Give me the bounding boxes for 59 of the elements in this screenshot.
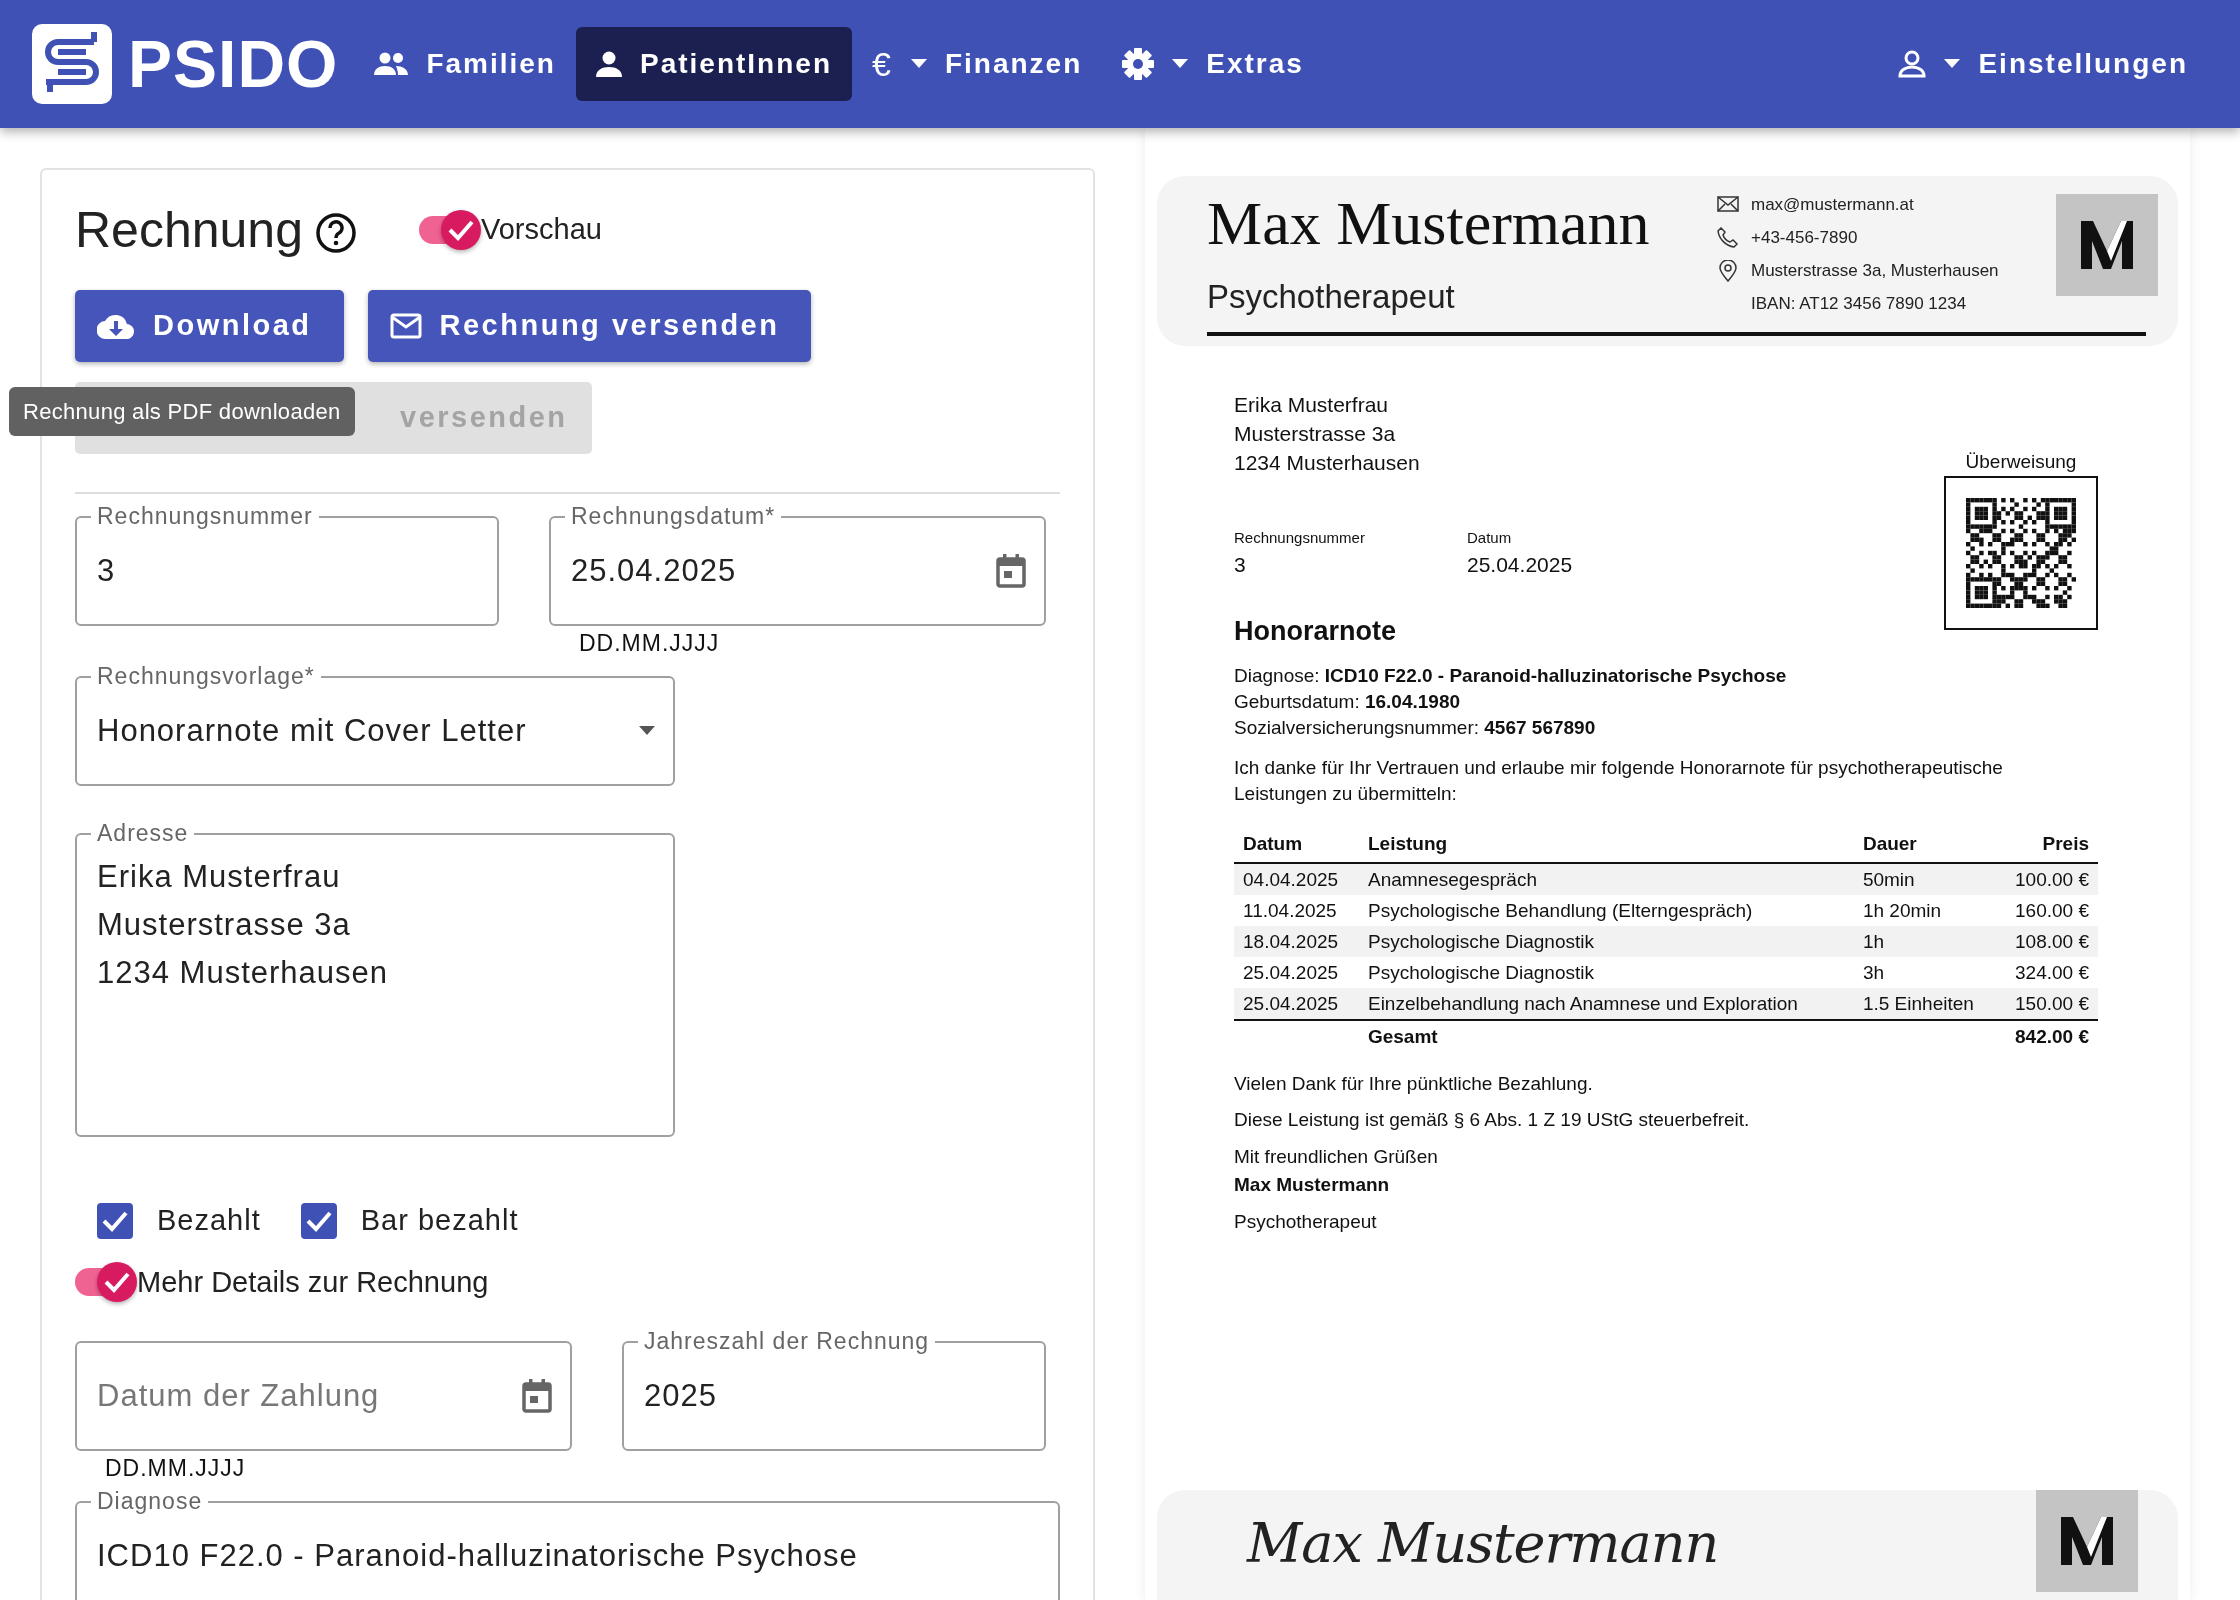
address-line: Musterstrasse 3a — [1234, 420, 1397, 447]
table-cell: 04.04.2025 — [1234, 862, 1359, 895]
sender-title: Psychotherapeut — [1207, 277, 1456, 317]
table-cell: 1h — [1853, 925, 1997, 957]
column-header: Dauer — [1853, 827, 1997, 863]
table-cell: 25.04.2025 — [1234, 956, 1359, 988]
column-header: Preis — [1996, 827, 2098, 863]
total-value: 842.00 € — [1996, 1019, 2098, 1052]
checkbox-label: Bar bezahlt — [360, 1203, 519, 1238]
table-cell: Psychologische Behandlung (Elterngespräch) — [1358, 894, 1854, 926]
table-cell: 1.5 Einheiten — [1853, 987, 1997, 1020]
greeting-text: Mit freundlichen Grüßen — [1234, 1144, 1439, 1169]
address-line: Erika Musterfrau — [1234, 391, 1390, 418]
signature: Max Mustermann — [1247, 1512, 1719, 1576]
table-cell: 108.00 € — [1996, 925, 2098, 957]
column-header: Leistung — [1358, 827, 1854, 863]
table-cell: Einzelbehandlung nach Anamnese und Exploration — [1358, 987, 1854, 1020]
helper-text: DD.MM.JJJJ — [105, 1455, 247, 1481]
euro-icon: € — [872, 38, 893, 90]
contact-text: +43-456-7890 — [1751, 227, 1858, 249]
table-cell: 3h — [1853, 956, 1997, 988]
table-cell: 11.04.2025 — [1234, 894, 1359, 926]
table-cell: 1h 20min — [1853, 894, 1997, 926]
signer-title: Psychotherapeut — [1234, 1209, 1378, 1234]
tooltip: Rechnung als PDF downloaden — [9, 387, 355, 436]
closing-text: Vielen Dank für Ihre pünktliche Bezahlung. — [1234, 1071, 1594, 1096]
contact-text: IBAN: AT12 3456 7890 1234 — [1751, 293, 1967, 315]
table-cell: 324.00 € — [1996, 956, 2098, 988]
meta-label: Datum — [1467, 527, 1513, 548]
helper-text: DD.MM.JJJJ — [579, 630, 721, 656]
total-label: Gesamt — [1358, 1019, 1854, 1052]
meta-value: 25.04.2025 — [1467, 552, 1574, 578]
patient-detail: Diagnose: ICD10 F22.0 - Paranoid-halluzinatorische Psychose — [1234, 664, 1788, 688]
qr-label: Überweisung — [1964, 449, 2078, 474]
signer-name: Max Mustermann — [1234, 1173, 1391, 1197]
form-title: Rechnung — [75, 201, 303, 260]
brand-name: PSIDO — [128, 25, 339, 103]
table-cell: 160.00 € — [1996, 894, 2098, 926]
meta-value: 3 — [1234, 552, 1247, 578]
sender-name: Max Mustermann — [1207, 188, 1651, 258]
table-cell: 100.00 € — [1996, 862, 2098, 895]
table-cell: 25.04.2025 — [1234, 987, 1359, 1020]
contact-text: Musterstrasse 3a, Musterhausen — [1751, 260, 1999, 282]
contact-text: max@mustermann.at — [1751, 194, 1914, 216]
column-header: Datum — [1234, 827, 1359, 863]
table-cell: Anamnesegespräch — [1358, 862, 1854, 895]
table-cell: 150.00 € — [1996, 987, 2098, 1020]
checkbox-label: Bezahlt — [157, 1203, 261, 1238]
invoice-heading: Honorarnote — [1234, 614, 1397, 648]
closing-text: Diese Leistung ist gemäß § 6 Abs. 1 Z 19 UStG steuerbefreit. — [1234, 1108, 1751, 1132]
table-cell: Psychologische Diagnostik — [1358, 925, 1854, 957]
table-cell: Psychologische Diagnostik — [1358, 956, 1854, 988]
table-cell: 18.04.2025 — [1234, 925, 1359, 957]
meta-label: Rechnungsnummer — [1234, 527, 1366, 548]
intro-text: Ich danke für Ihr Vertrauen und erlaube mir folgende Honorarnote für psychotherapeutische Leistungen zu übermitteln: — [1234, 756, 2004, 806]
patient-detail: Geburtsdatum: 16.04.1980 — [1234, 690, 1462, 714]
patient-detail: Sozialversicherungsnummer: 4567 567890 — [1234, 716, 1597, 740]
address-line: 1234 Musterhausen — [1234, 449, 1421, 476]
table-cell: 50min — [1853, 862, 1997, 895]
